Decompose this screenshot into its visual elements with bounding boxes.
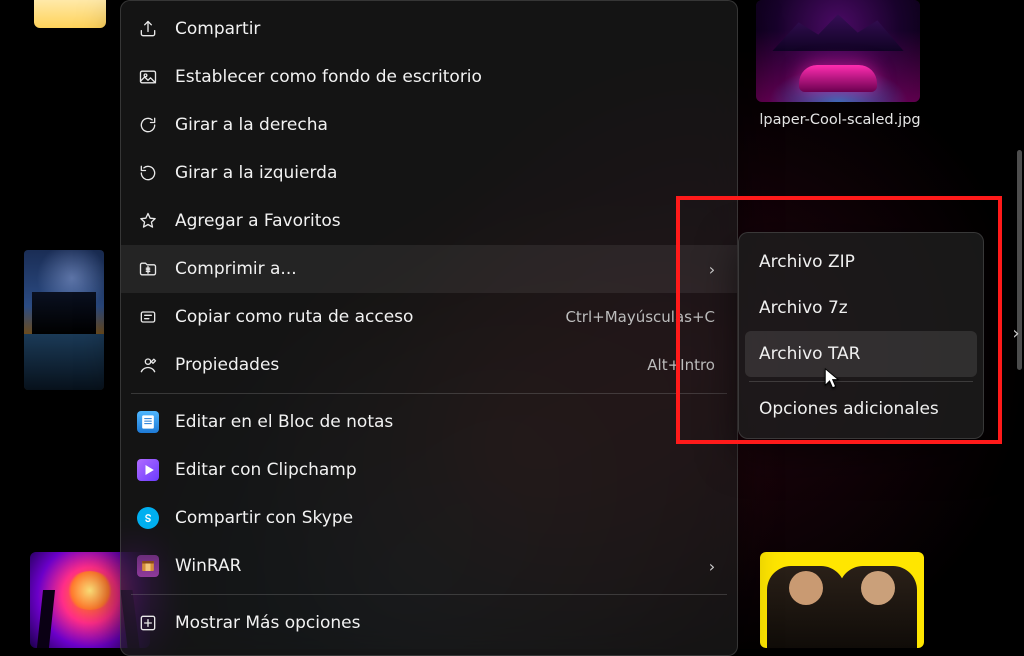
menu-item-label: Editar con Clipchamp xyxy=(175,460,719,480)
submenu-item-label: Archivo ZIP xyxy=(759,252,855,272)
menu-item-winrar[interactable]: WinRAR › xyxy=(121,542,737,590)
wallpaper-icon xyxy=(137,66,159,88)
menu-item-rotate-left[interactable]: Girar a la izquierda xyxy=(121,149,737,197)
notepad-icon xyxy=(137,411,159,433)
star-icon xyxy=(137,210,159,232)
menu-separator xyxy=(131,393,727,394)
menu-item-clipchamp[interactable]: Editar con Clipchamp xyxy=(121,446,737,494)
menu-item-add-favorites[interactable]: Agregar a Favoritos xyxy=(121,197,737,245)
menu-item-share[interactable]: Compartir xyxy=(121,5,737,53)
menu-item-shortcut: Ctrl+Mayúsculas+C xyxy=(565,308,719,326)
menu-item-label: Compartir xyxy=(175,19,719,39)
clipchamp-icon xyxy=(137,459,159,481)
folder-thumbnail[interactable] xyxy=(34,0,106,28)
submenu-item-label: Archivo TAR xyxy=(759,344,860,364)
compress-submenu: Archivo ZIP Archivo 7z Archivo TAR Opcio… xyxy=(738,232,984,439)
submenu-item-label: Opciones adicionales xyxy=(759,399,939,419)
chevron-right-icon: › xyxy=(705,557,719,576)
menu-separator xyxy=(131,594,727,595)
submenu-item-label: Archivo 7z xyxy=(759,298,848,318)
compress-icon xyxy=(137,258,159,280)
image-thumbnail-city[interactable]: e xyxy=(24,250,104,390)
menu-item-label: Mostrar Más opciones xyxy=(175,613,719,633)
menu-item-shortcut: Alt+Intro xyxy=(647,356,719,374)
menu-item-label: WinRAR xyxy=(175,556,689,576)
menu-item-label: Comprimir a... xyxy=(175,259,689,279)
thumbnail-filename: lpaper-Cool-scaled.jpg xyxy=(740,112,940,128)
menu-item-label: Copiar como ruta de acceso xyxy=(175,307,549,327)
submenu-item-7z[interactable]: Archivo 7z xyxy=(739,285,983,331)
image-thumbnail-cyberpunk[interactable] xyxy=(760,552,924,648)
copy-path-icon xyxy=(137,306,159,328)
chevron-right-icon: › xyxy=(705,260,719,279)
menu-item-label: Girar a la derecha xyxy=(175,115,719,135)
menu-item-more-options[interactable]: Mostrar Más opciones xyxy=(121,599,737,647)
submenu-separator xyxy=(749,381,973,382)
menu-item-properties[interactable]: Propiedades Alt+Intro xyxy=(121,341,737,389)
properties-icon xyxy=(137,354,159,376)
image-thumbnail-neon-car[interactable] xyxy=(756,0,920,102)
rotate-left-icon xyxy=(137,162,159,184)
menu-item-rotate-right[interactable]: Girar a la derecha xyxy=(121,101,737,149)
menu-item-label: Propiedades xyxy=(175,355,631,375)
scroll-right-arrow[interactable]: › xyxy=(1008,320,1024,346)
context-menu: Compartir Establecer como fondo de escri… xyxy=(120,0,738,656)
menu-item-label: Editar en el Bloc de notas xyxy=(175,412,719,432)
submenu-item-additional-options[interactable]: Opciones adicionales xyxy=(739,386,983,432)
menu-item-label: Establecer como fondo de escritorio xyxy=(175,67,719,87)
winrar-icon xyxy=(137,555,159,577)
rotate-right-icon xyxy=(137,114,159,136)
menu-item-label: Girar a la izquierda xyxy=(175,163,719,183)
skype-icon xyxy=(137,507,159,529)
more-options-icon xyxy=(137,612,159,634)
menu-item-skype[interactable]: Compartir con Skype xyxy=(121,494,737,542)
menu-item-label: Agregar a Favoritos xyxy=(175,211,719,231)
menu-item-copy-path[interactable]: Copiar como ruta de acceso Ctrl+Mayúscul… xyxy=(121,293,737,341)
menu-item-notepad[interactable]: Editar en el Bloc de notas xyxy=(121,398,737,446)
menu-item-compress[interactable]: Comprimir a... › xyxy=(121,245,737,293)
share-icon xyxy=(137,18,159,40)
menu-item-label: Compartir con Skype xyxy=(175,508,719,528)
menu-item-set-wallpaper[interactable]: Establecer como fondo de escritorio xyxy=(121,53,737,101)
submenu-item-tar[interactable]: Archivo TAR xyxy=(745,331,977,377)
submenu-item-zip[interactable]: Archivo ZIP xyxy=(739,239,983,285)
